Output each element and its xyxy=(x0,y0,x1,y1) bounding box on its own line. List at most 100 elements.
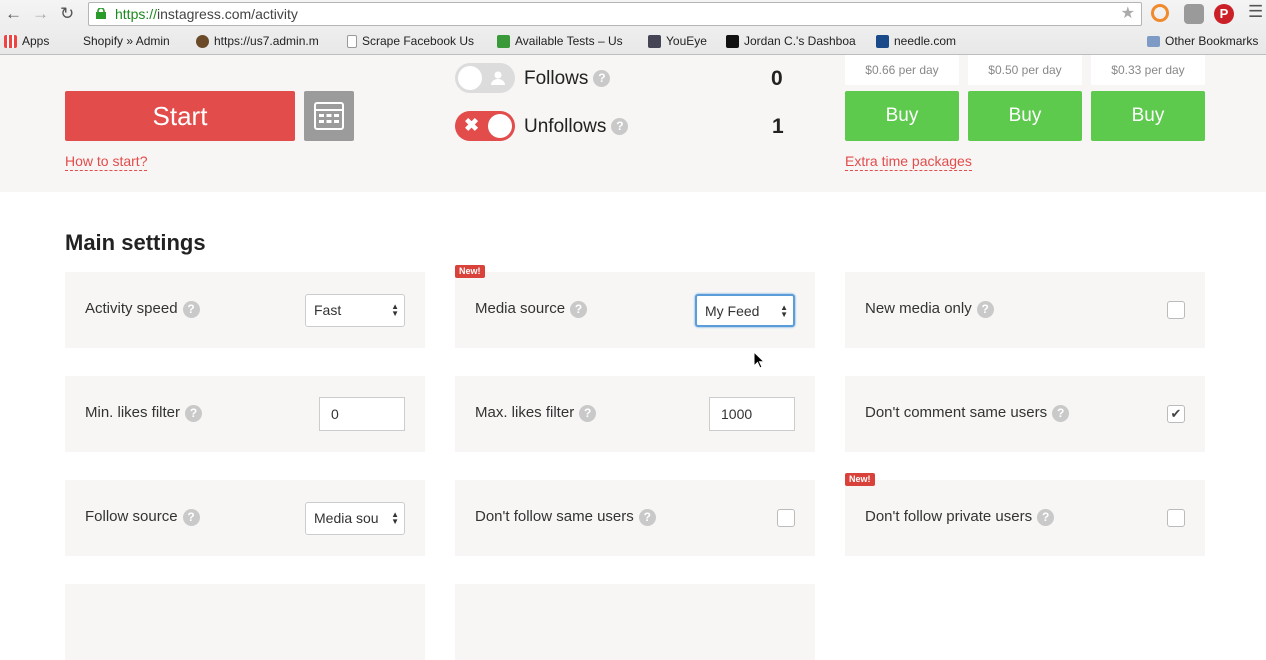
select-value: Fast xyxy=(314,302,342,318)
setting-label: Activity speed? xyxy=(85,300,200,318)
m-icon xyxy=(726,34,739,48)
bookmark-label: Apps xyxy=(22,34,50,48)
bookmark-shopify[interactable]: Shopify » Admin xyxy=(70,34,170,48)
bookmark-youeye[interactable]: YouEye xyxy=(648,34,707,48)
extension-icon[interactable] xyxy=(1151,4,1169,22)
follows-label: Follows? xyxy=(524,68,611,90)
label-text: Min. likes filter xyxy=(85,404,181,421)
toggle-knob xyxy=(488,114,512,138)
schedule-button[interactable] xyxy=(304,91,354,141)
user-icon xyxy=(491,71,505,85)
calendar-icon xyxy=(314,102,344,130)
bookmark-mailchimp[interactable]: https://us7.admin.m xyxy=(196,34,319,48)
package-price: $0.66 per day xyxy=(845,55,959,85)
bookmarks-bar: Apps Shopify » Admin https://us7.admin.m… xyxy=(0,30,1266,52)
address-bar[interactable]: https://instagress.com/activity ★ xyxy=(88,2,1142,26)
bookmark-label: https://us7.admin.m xyxy=(214,34,319,48)
buy-button[interactable]: Buy xyxy=(968,91,1082,141)
bookmark-other[interactable]: Other Bookmarks xyxy=(1147,34,1258,48)
new-media-only-checkbox[interactable] xyxy=(1167,301,1185,319)
help-icon[interactable]: ? xyxy=(1037,508,1055,526)
setting-label: Media source? xyxy=(475,300,588,318)
bookmark-label: YouEye xyxy=(666,34,707,48)
label-text: New media only xyxy=(865,300,972,317)
help-icon[interactable]: ? xyxy=(182,300,200,318)
help-icon[interactable]: ? xyxy=(579,404,597,422)
label-text: Media source xyxy=(475,300,566,317)
select-arrows-icon: ▲ ▼ xyxy=(780,303,788,319)
youeye-icon xyxy=(648,34,661,48)
start-button[interactable]: Start xyxy=(65,91,295,141)
bookmark-label: needle.com xyxy=(894,34,957,48)
new-badge: New! xyxy=(455,265,485,278)
toggle-knob xyxy=(458,66,482,90)
lock-icon xyxy=(96,8,106,19)
setting-min-likes: Min. likes filter? 0 xyxy=(65,376,425,452)
follow-source-select[interactable]: Media sou ▲ ▼ xyxy=(305,502,405,535)
reload-icon[interactable]: ↻ xyxy=(60,4,74,24)
buy-button[interactable]: Buy xyxy=(845,91,959,141)
help-icon[interactable]: ? xyxy=(976,300,994,318)
activity-speed-select[interactable]: Fast ▲ ▼ xyxy=(305,294,405,327)
shopify-icon xyxy=(70,35,78,48)
dont-follow-same-checkbox[interactable] xyxy=(777,509,795,527)
setting-label: Min. likes filter? xyxy=(85,404,203,422)
bookmark-label: Shopify » Admin xyxy=(83,34,170,48)
min-likes-input[interactable]: 0 xyxy=(319,397,405,431)
bookmark-usertesting[interactable]: Available Tests – Us xyxy=(497,34,623,48)
select-value: Media sou xyxy=(314,510,379,526)
select-arrows-icon: ▲ ▼ xyxy=(391,302,399,318)
forward-icon[interactable]: → xyxy=(32,4,49,24)
extension-off-icon[interactable] xyxy=(1184,4,1204,24)
setting-card xyxy=(65,584,425,660)
dont-follow-private-checkbox[interactable] xyxy=(1167,509,1185,527)
help-icon[interactable]: ? xyxy=(1052,404,1070,422)
extra-time-link[interactable]: Extra time packages xyxy=(845,153,972,171)
setting-dont-follow-same: Don't follow same users? xyxy=(455,480,815,556)
setting-label: Don't comment same users? xyxy=(865,404,1070,422)
bookmark-jordan[interactable]: Jordan C.'s Dashboa xyxy=(726,34,856,48)
setting-card xyxy=(455,584,815,660)
label-text: Follow source xyxy=(85,508,178,525)
setting-label: Don't follow private users? xyxy=(865,508,1055,526)
usertesting-icon xyxy=(497,34,510,48)
unfollows-toggle[interactable]: ✖ xyxy=(455,111,515,141)
apps-grid-icon xyxy=(4,34,17,48)
help-icon[interactable]: ? xyxy=(638,508,656,526)
label-text: Don't follow same users xyxy=(475,508,634,525)
unfollows-label: Unfollows? xyxy=(524,116,629,138)
help-icon[interactable]: ? xyxy=(570,300,588,318)
package-price: $0.50 per day xyxy=(968,55,1082,85)
pinterest-icon[interactable]: P xyxy=(1214,4,1234,24)
bookmark-needle[interactable]: needle.com xyxy=(876,34,956,48)
bookmark-apps[interactable]: Apps xyxy=(4,34,49,48)
label-text: Don't follow private users xyxy=(865,508,1033,525)
how-to-start-link[interactable]: How to start? xyxy=(65,153,148,171)
dont-comment-same-checkbox[interactable]: ✔ xyxy=(1167,405,1185,423)
bookmark-star-icon[interactable]: ★ xyxy=(1121,3,1135,25)
setting-label: Max. likes filter? xyxy=(475,404,597,422)
media-source-select[interactable]: My Feed ▲ ▼ xyxy=(695,294,795,327)
x-icon: ✖ xyxy=(464,115,480,135)
label-text: Max. likes filter xyxy=(475,404,575,421)
setting-activity-speed: Activity speed? Fast ▲ ▼ xyxy=(65,272,425,348)
help-icon[interactable]: ? xyxy=(593,70,611,88)
buy-button[interactable]: Buy xyxy=(1091,91,1205,141)
help-icon[interactable]: ? xyxy=(185,404,203,422)
help-icon[interactable]: ? xyxy=(182,508,200,526)
back-icon[interactable]: ← xyxy=(5,4,22,24)
url-path: instagress.com/activity xyxy=(157,6,298,22)
menu-icon[interactable]: ☰ xyxy=(1248,2,1263,22)
unfollows-text: Unfollows xyxy=(524,116,607,137)
bookmark-label: Scrape Facebook Us xyxy=(362,34,475,48)
bookmark-scrape[interactable]: Scrape Facebook Us xyxy=(347,34,474,48)
setting-label: Follow source? xyxy=(85,508,200,526)
help-icon[interactable]: ? xyxy=(611,118,629,136)
page-icon xyxy=(347,34,357,48)
setting-media-source: New! Media source? My Feed ▲ ▼ xyxy=(455,265,815,348)
max-likes-input[interactable]: 1000 xyxy=(709,397,795,431)
follows-count: 0 xyxy=(771,67,783,90)
setting-max-likes: Max. likes filter? 1000 xyxy=(455,376,815,452)
follows-toggle[interactable] xyxy=(455,63,515,93)
bookmark-label: Jordan C.'s Dashboa xyxy=(744,34,856,48)
